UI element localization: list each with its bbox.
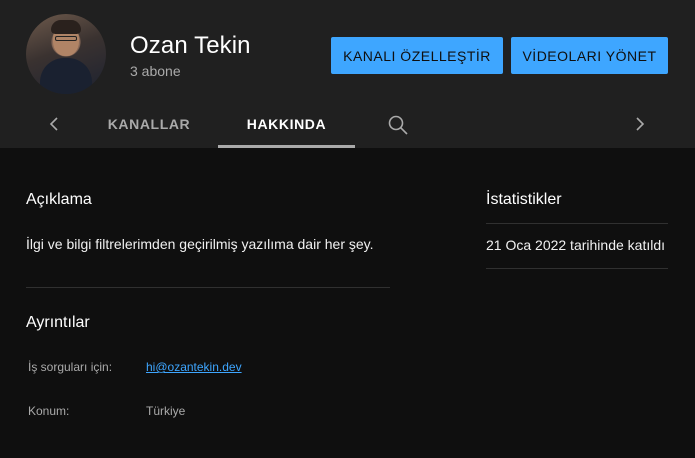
tab-about[interactable]: HAKKINDA xyxy=(218,100,355,148)
subscriber-count: 3 abone xyxy=(130,63,181,79)
channel-description: İlgi ve bilgi filtrelerimden geçirilmiş … xyxy=(26,236,374,252)
chevron-left-icon[interactable] xyxy=(44,114,64,134)
location-value: Türkiye xyxy=(146,404,186,418)
channel-avatar[interactable] xyxy=(26,14,106,94)
customize-channel-button[interactable]: KANALI ÖZELLEŞTİR xyxy=(331,37,503,74)
chevron-right-icon[interactable] xyxy=(630,114,650,134)
location-label: Konum: xyxy=(28,404,70,418)
description-title: Açıklama xyxy=(26,191,92,208)
divider xyxy=(26,287,390,288)
channel-name: Ozan Tekin xyxy=(130,32,251,59)
channel-tabs: KANALLAR HAKKINDA xyxy=(0,100,695,148)
stats-divider-top xyxy=(486,223,668,224)
tab-channels[interactable]: KANALLAR xyxy=(90,100,208,148)
search-icon[interactable] xyxy=(386,113,410,137)
stats-title: İstatistikler xyxy=(486,191,562,208)
details-title: Ayrıntılar xyxy=(26,314,90,331)
business-inquiries-label: İş sorguları için: xyxy=(28,360,113,374)
business-email-link[interactable]: hi@ozantekin.dev xyxy=(146,360,242,374)
stats-divider-bottom xyxy=(486,268,668,269)
joined-date: 21 Oca 2022 tarihinde katıldı xyxy=(486,237,666,253)
manage-videos-button[interactable]: VİDEOLARI YÖNET xyxy=(511,37,668,74)
channel-header: Ozan Tekin 3 abone KANALI ÖZELLEŞTİR VİD… xyxy=(0,0,695,148)
